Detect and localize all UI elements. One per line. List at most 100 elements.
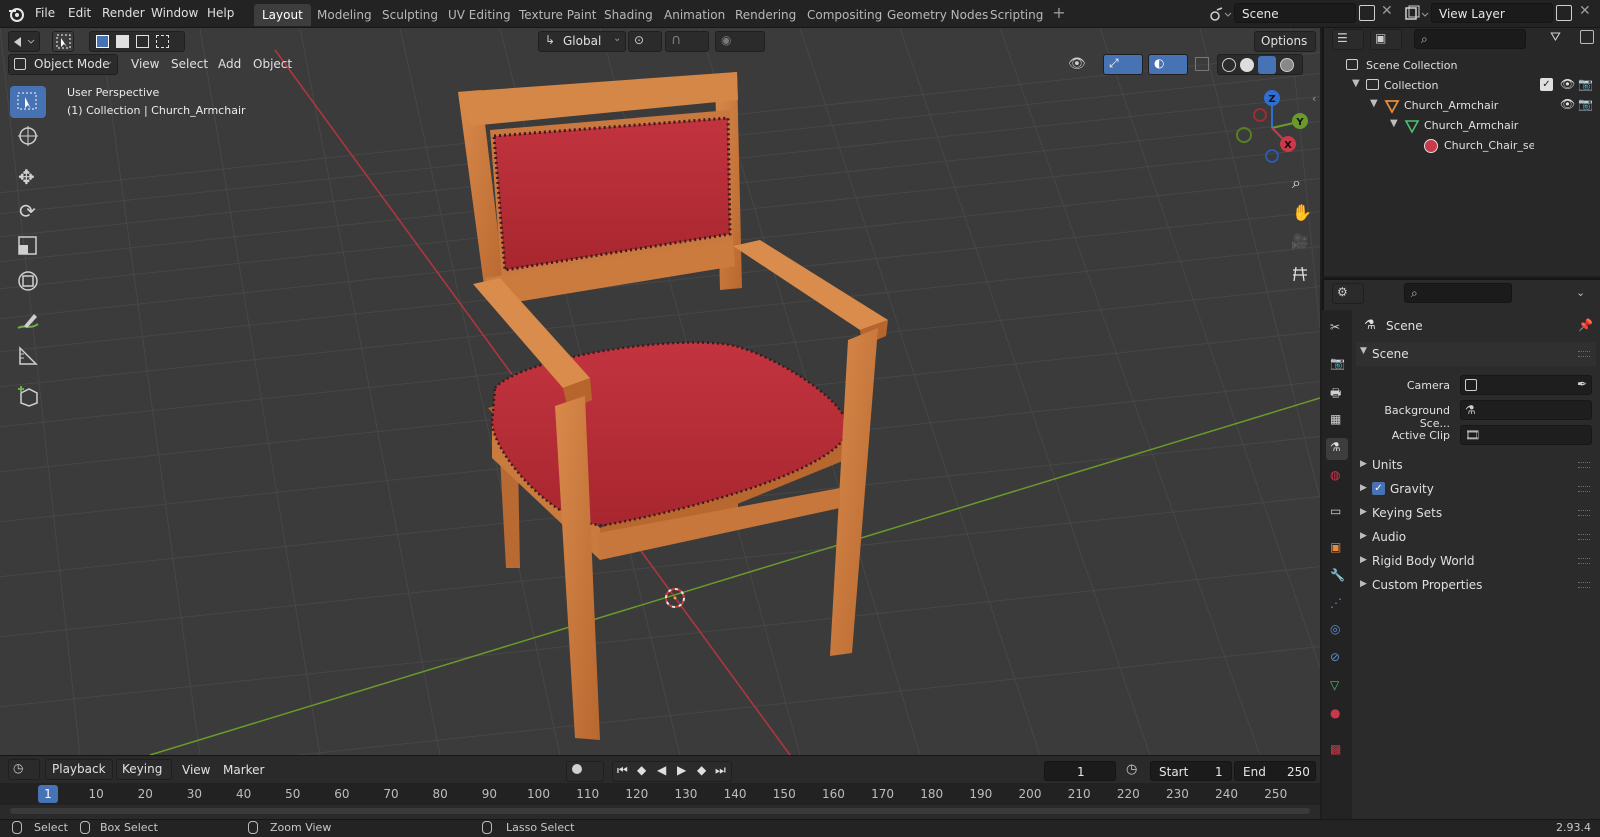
set-new-selection-icon[interactable] bbox=[96, 35, 109, 48]
tool-add-cube[interactable] bbox=[10, 380, 46, 412]
tab-render[interactable]: 📷 bbox=[1326, 354, 1348, 376]
tab-tool[interactable]: ✂ bbox=[1326, 318, 1348, 340]
menu-help[interactable]: Help bbox=[207, 6, 234, 20]
tab-scripting[interactable]: Scripting bbox=[982, 4, 1051, 26]
view-layer-field[interactable]: View Layer bbox=[1431, 3, 1553, 23]
outliner-row-object[interactable]: ▼ Church_Armchair 👁 📷 bbox=[1342, 96, 1593, 116]
editor-type-button[interactable] bbox=[8, 31, 40, 52]
close-scene-icon[interactable]: ✕ bbox=[1381, 3, 1393, 19]
display-mode-dropdown[interactable]: ▣ bbox=[1370, 29, 1402, 50]
pan-button[interactable]: ✋ bbox=[1286, 200, 1314, 228]
zoom-button[interactable]: ⌕ bbox=[1286, 170, 1314, 198]
navigation-gizmo[interactable]: Z Y X bbox=[1232, 88, 1312, 168]
timeline-menu-marker[interactable]: Marker bbox=[223, 763, 264, 777]
play-reverse-icon[interactable]: ◀ bbox=[657, 763, 666, 777]
jump-start-icon[interactable]: ⏮ bbox=[617, 763, 628, 778]
new-view-layer-icon[interactable] bbox=[1556, 5, 1572, 21]
3d-viewport[interactable] bbox=[0, 28, 1320, 755]
tab-view-layer[interactable]: ▦ bbox=[1326, 410, 1348, 432]
add-workspace-icon[interactable]: + bbox=[1051, 5, 1067, 21]
material-preview-icon[interactable] bbox=[1258, 56, 1276, 74]
view-layer-selector-icon[interactable] bbox=[1405, 5, 1429, 23]
selection-mode-group[interactable] bbox=[89, 31, 185, 52]
outliner-search-input[interactable]: ⌕ bbox=[1414, 29, 1526, 49]
tab-physics[interactable]: ◎ bbox=[1326, 620, 1348, 642]
close-view-layer-icon[interactable]: ✕ bbox=[1579, 3, 1591, 19]
tab-animation[interactable]: Animation bbox=[656, 4, 733, 26]
panel-drag-handle[interactable] bbox=[1578, 510, 1590, 516]
current-frame-field[interactable]: 1 bbox=[1044, 761, 1116, 781]
expand-arrow-icon[interactable]: ▼ bbox=[1370, 98, 1378, 109]
timeline-menu-view[interactable]: View bbox=[182, 763, 210, 777]
properties-search-input[interactable]: ⌕ bbox=[1404, 283, 1512, 303]
jump-end-icon[interactable]: ⏭ bbox=[715, 763, 726, 778]
wireframe-shading-icon[interactable] bbox=[1222, 58, 1236, 72]
tool-move[interactable]: ✥ bbox=[10, 162, 46, 194]
new-scene-icon[interactable] bbox=[1359, 5, 1375, 21]
units-panel-header[interactable]: ▶ Units bbox=[1356, 455, 1596, 477]
chevron-down-icon[interactable]: ⌄ bbox=[1576, 286, 1585, 299]
panel-drag-handle[interactable] bbox=[1578, 582, 1590, 588]
menu-window[interactable]: Window bbox=[151, 6, 198, 20]
scene-selector-icon[interactable] bbox=[1208, 5, 1232, 23]
outliner-row-mesh-data[interactable]: ▼ Church_Armchair bbox=[1342, 116, 1592, 136]
overlays-toggle[interactable]: ◐ bbox=[1148, 54, 1188, 75]
tab-object[interactable]: ▣ bbox=[1326, 538, 1348, 560]
tab-rendering[interactable]: Rendering bbox=[727, 4, 804, 26]
filter-icon[interactable]: ⛛ bbox=[1550, 30, 1561, 45]
custom-properties-panel-header[interactable]: ▶ Custom Properties bbox=[1356, 575, 1596, 597]
tool-transform[interactable] bbox=[10, 265, 46, 297]
3d-cursor[interactable] bbox=[665, 588, 685, 608]
start-frame-field[interactable]: Start 1 bbox=[1150, 761, 1232, 781]
select-tool-mode-button[interactable] bbox=[52, 31, 74, 52]
eye-icon[interactable]: 👁 bbox=[1560, 97, 1575, 111]
tab-layout[interactable]: Layout bbox=[254, 4, 311, 26]
snap-toggle[interactable]: ∩ bbox=[665, 31, 709, 52]
rendered-shading-icon[interactable] bbox=[1280, 58, 1294, 72]
active-clip-field[interactable]: 🎞 bbox=[1460, 425, 1592, 445]
tool-measure[interactable] bbox=[10, 340, 46, 372]
invert-selection-icon[interactable] bbox=[156, 35, 169, 48]
tab-shading[interactable]: Shading bbox=[596, 4, 661, 26]
tab-output[interactable]: 🖶 bbox=[1326, 382, 1348, 404]
tab-constraints[interactable]: ⊘ bbox=[1326, 648, 1348, 670]
menu-edit[interactable]: Edit bbox=[68, 6, 91, 20]
scene-panel-header[interactable]: ▼ Scene bbox=[1356, 342, 1596, 366]
tool-annotate[interactable] bbox=[10, 306, 46, 338]
tab-uv-editing[interactable]: UV Editing bbox=[440, 4, 519, 26]
transform-orientation-dropdown[interactable]: ↳ Global ⌄ bbox=[538, 31, 626, 52]
camera-render-icon[interactable]: 📷 bbox=[1578, 97, 1593, 111]
auto-keying-toggle[interactable] bbox=[566, 761, 604, 782]
xray-icon[interactable] bbox=[1195, 57, 1209, 71]
camera-field[interactable]: ✒ bbox=[1460, 375, 1592, 395]
scene-name-field[interactable]: Scene bbox=[1234, 3, 1356, 23]
exclude-checkbox[interactable]: ✓ bbox=[1540, 78, 1553, 91]
panel-drag-handle[interactable] bbox=[1578, 351, 1590, 357]
timeline-scrollbar[interactable] bbox=[10, 808, 1310, 814]
blender-logo-icon[interactable] bbox=[7, 5, 25, 23]
menu-view[interactable]: View bbox=[131, 57, 159, 71]
outliner-row-material[interactable]: Church_Chair_set bbox=[1342, 136, 1592, 156]
properties-editor-type-button[interactable]: ⚙ bbox=[1332, 283, 1364, 304]
object-mode-dropdown[interactable]: Object Mode ⌄ bbox=[8, 54, 118, 75]
panel-drag-handle[interactable] bbox=[1578, 558, 1590, 564]
menu-object[interactable]: Object bbox=[253, 57, 292, 71]
outliner-row-scene-collection[interactable]: Scene Collection bbox=[1342, 56, 1592, 76]
solid-shading-icon[interactable] bbox=[1240, 58, 1254, 72]
gizmo-toggle[interactable]: ⤢ bbox=[1103, 54, 1143, 75]
menu-render[interactable]: Render bbox=[102, 6, 145, 20]
eyedropper-icon[interactable]: ✒ bbox=[1577, 377, 1587, 391]
proportional-edit-toggle[interactable]: ◉ bbox=[715, 31, 765, 52]
tool-select-box[interactable] bbox=[10, 86, 46, 118]
pin-icon[interactable]: 📌 bbox=[1578, 318, 1593, 332]
playback-controls[interactable]: ⏮ ◆ ◀ ▶ ◆ ⏭ bbox=[612, 761, 732, 782]
menu-select[interactable]: Select bbox=[171, 57, 208, 71]
panel-drag-handle[interactable] bbox=[1578, 534, 1590, 540]
prev-keyframe-icon[interactable]: ◆ bbox=[637, 763, 646, 777]
end-frame-field[interactable]: End 250 bbox=[1234, 761, 1316, 781]
tab-compositing[interactable]: Compositing bbox=[799, 4, 890, 26]
tab-sculpting[interactable]: Sculpting bbox=[374, 4, 446, 26]
tab-world[interactable]: ◍ bbox=[1326, 466, 1348, 488]
gravity-checkbox[interactable]: ✓ bbox=[1372, 482, 1385, 495]
playback-dropdown[interactable]: Playback bbox=[45, 759, 113, 780]
